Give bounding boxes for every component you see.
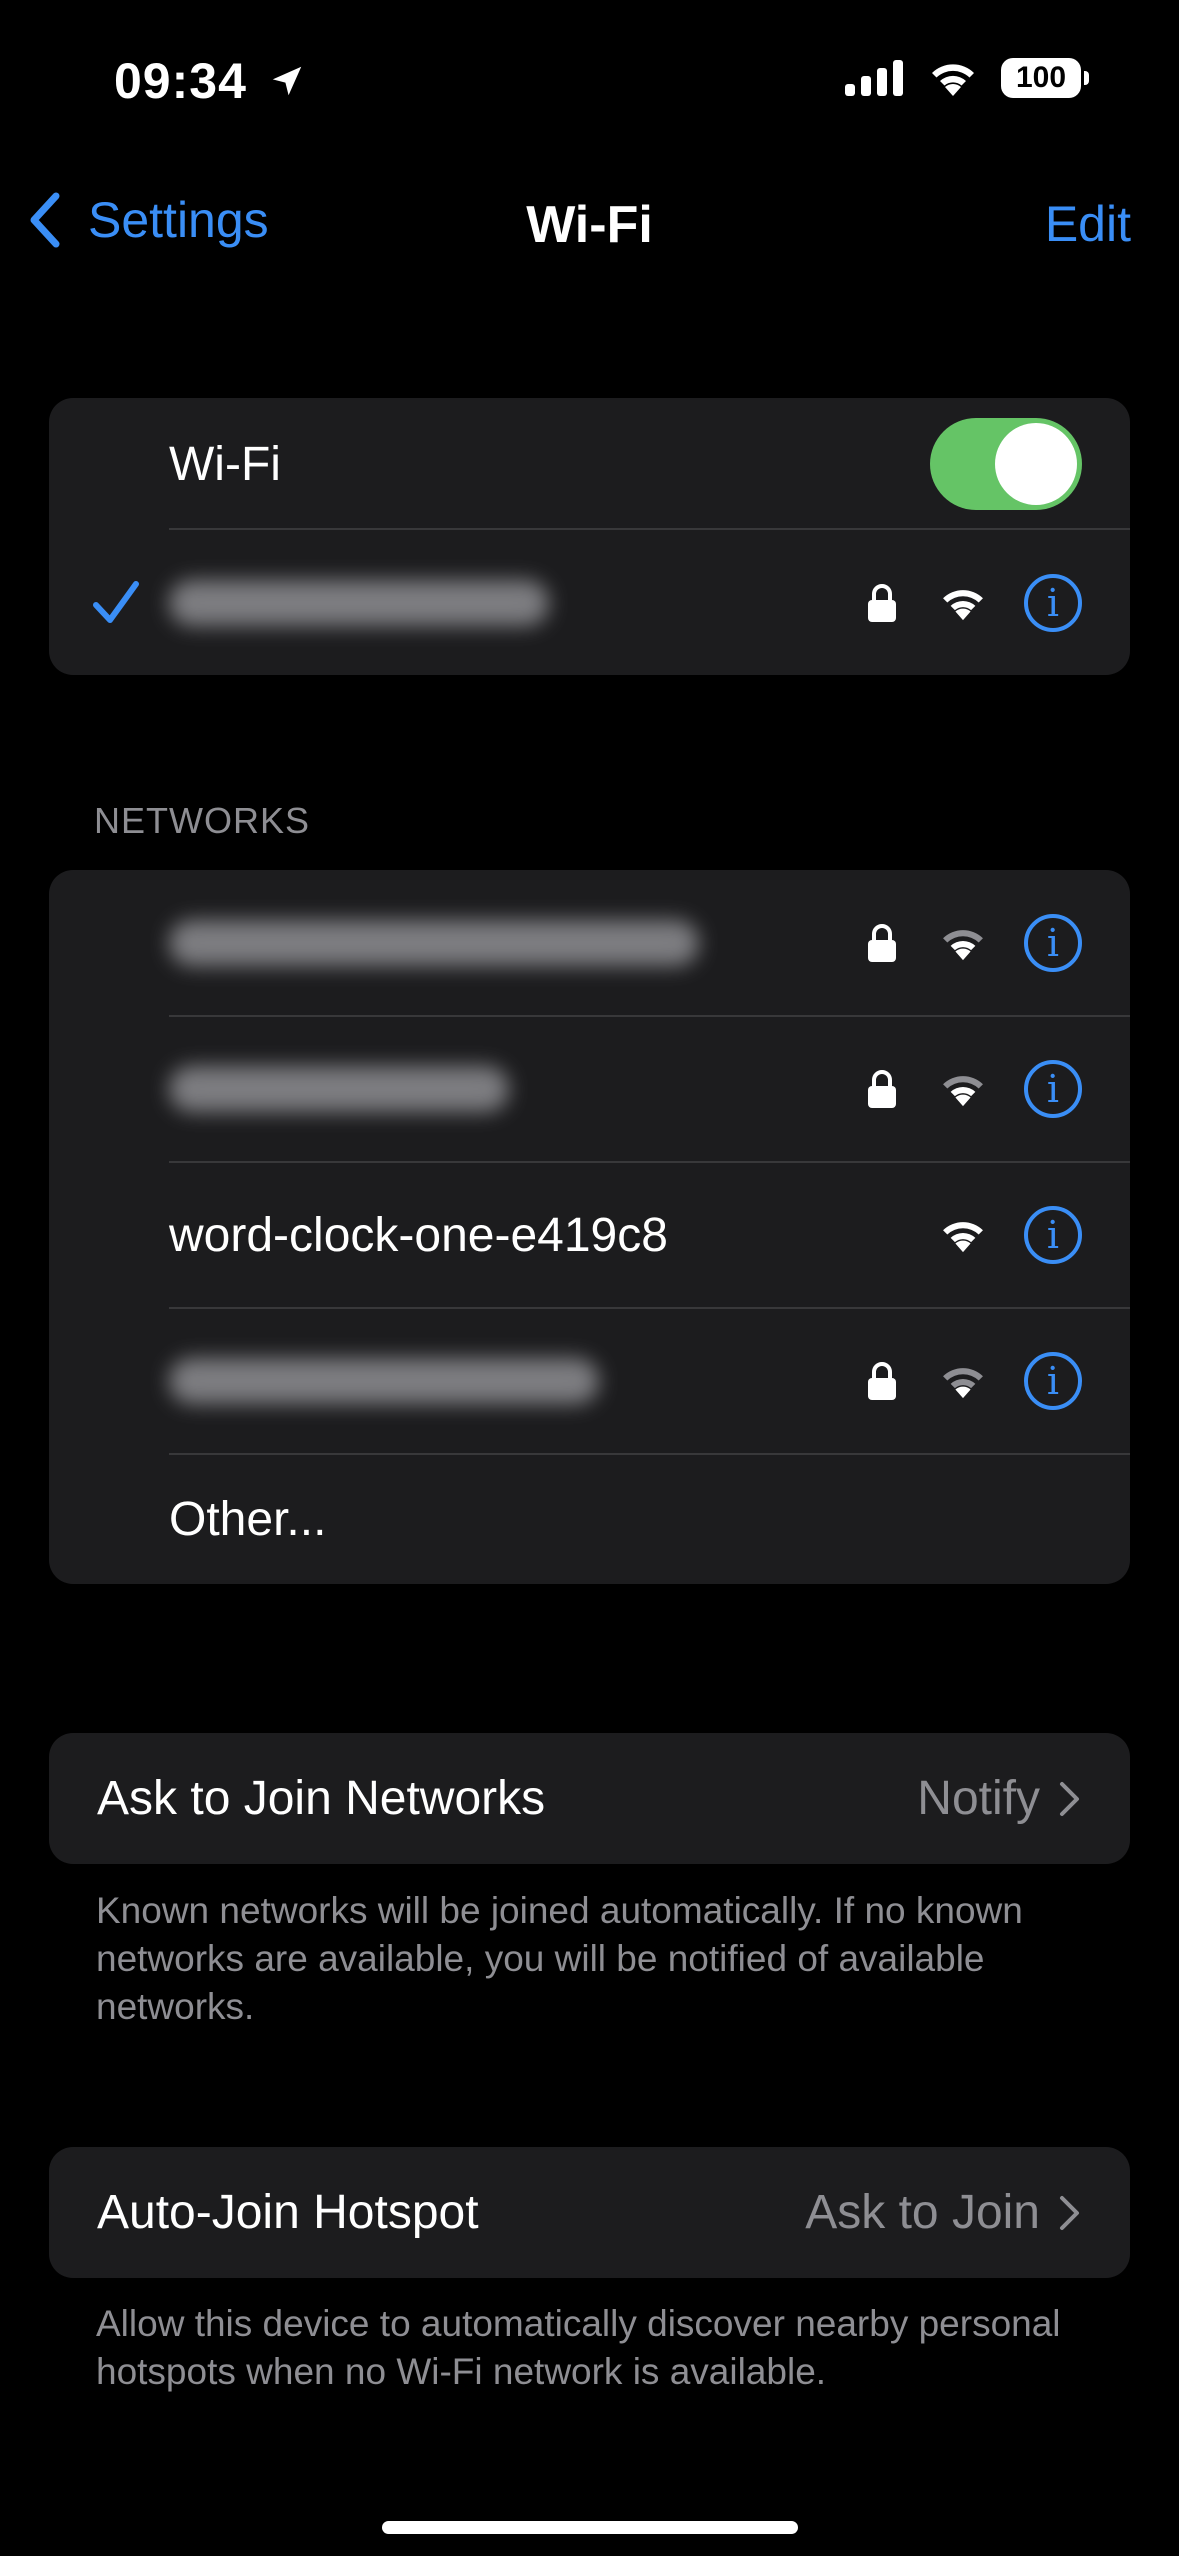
lock-icon — [868, 924, 896, 962]
info-icon[interactable]: i — [1024, 1060, 1082, 1118]
network-row[interactable]: i — [49, 1308, 1130, 1454]
ask-to-join-row[interactable]: Ask to Join Networks Notify — [49, 1733, 1130, 1864]
status-time: 09:34 — [114, 52, 306, 110]
info-icon[interactable]: i — [1024, 1352, 1082, 1410]
battery-level: 100 — [1015, 61, 1067, 94]
wifi-toggle[interactable] — [930, 418, 1082, 510]
edit-button[interactable]: Edit — [1045, 195, 1131, 253]
connected-network-row[interactable]: i — [49, 530, 1130, 675]
status-icons: 100 — [845, 58, 1089, 98]
wifi-signal-icon — [943, 1222, 983, 1253]
network-name: word-clock-one-e419c8 — [169, 1208, 668, 1262]
location-arrow-icon — [272, 66, 302, 96]
other-network-row[interactable]: Other... — [49, 1454, 1130, 1584]
home-indicator[interactable] — [382, 2521, 798, 2534]
network-icons: i — [866, 914, 1082, 972]
network-icons: i — [866, 1060, 1082, 1118]
chevron-right-icon — [1060, 1781, 1079, 1816]
networks-group: i i word-clock-one-e419c8 i i Other... — [49, 870, 1130, 1584]
checkmark-icon — [93, 580, 139, 623]
toggle-knob — [995, 423, 1077, 505]
chevron-right-icon — [1060, 2195, 1079, 2230]
ask-to-join-footer: Known networks will be joined automatica… — [96, 1890, 1023, 2027]
lock-icon — [868, 1070, 896, 1108]
cellular-signal-icon — [845, 60, 903, 96]
network-row[interactable]: i — [49, 870, 1130, 1016]
info-icon[interactable]: i — [1024, 914, 1082, 972]
page-title: Wi-Fi — [526, 196, 653, 254]
network-name — [169, 1358, 599, 1404]
battery-icon: 100 — [1001, 58, 1089, 98]
lock-icon — [868, 583, 896, 622]
info-icon[interactable]: i — [1024, 1206, 1082, 1264]
auto-join-hotspot-row[interactable]: Auto-Join Hotspot Ask to Join — [49, 2147, 1130, 2278]
auto-join-hotspot-footer: Allow this device to automatically disco… — [96, 2303, 1061, 2392]
network-icons: i — [866, 1352, 1082, 1410]
auto-join-hotspot-value: Ask to Join — [805, 2186, 1040, 2239]
wifi-toggle-row: Wi-Fi — [49, 398, 1130, 530]
ask-to-join-value: Notify — [917, 1772, 1040, 1825]
wifi-signal-icon — [943, 1076, 983, 1107]
lock-icon — [868, 1362, 896, 1400]
network-name — [169, 920, 699, 966]
info-icon[interactable]: i — [1024, 573, 1082, 632]
network-icons: i — [938, 1206, 1082, 1264]
auto-join-hotspot-label: Auto-Join Hotspot — [97, 2186, 479, 2239]
wifi-label: Wi-Fi — [169, 437, 281, 491]
network-row[interactable]: word-clock-one-e419c8 i — [49, 1162, 1130, 1308]
connected-network-icons: i — [866, 573, 1082, 632]
wifi-group: Wi-Fi i — [49, 398, 1130, 675]
network-row[interactable]: i — [49, 1016, 1130, 1162]
network-name — [169, 1066, 509, 1112]
wifi-signal-icon — [943, 1368, 983, 1399]
wifi-signal-icon — [943, 589, 983, 620]
networks-header: NETWORKS — [94, 800, 311, 841]
ask-to-join-label: Ask to Join Networks — [97, 1772, 546, 1825]
wifi-status-icon — [932, 64, 974, 96]
status-time-text: 09:34 — [114, 53, 247, 109]
other-label: Other... — [169, 1492, 327, 1546]
wifi-signal-icon — [943, 930, 983, 961]
connected-network-name — [169, 579, 549, 626]
